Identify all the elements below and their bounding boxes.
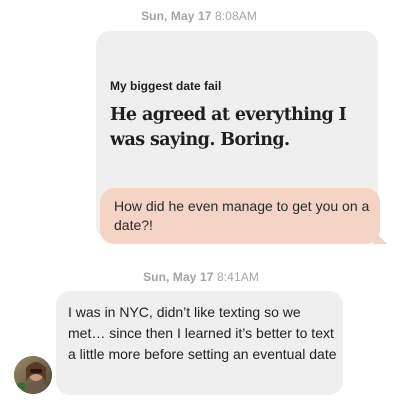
timestamp-date: Sun, May 17 bbox=[141, 9, 212, 23]
avatar[interactable] bbox=[14, 356, 52, 394]
prompt-label: My biggest date fail bbox=[110, 79, 222, 93]
outgoing-message-bubble[interactable]: How did he even manage to get you on a d… bbox=[100, 188, 380, 244]
timestamp-date: Sun, May 17 bbox=[143, 270, 214, 284]
incoming-message-bubble[interactable]: I was in NYC, didn’t like texting so we … bbox=[56, 291, 343, 395]
outgoing-message-text: How did he even manage to get you on a d… bbox=[114, 198, 370, 233]
profile-photo-avatar-icon bbox=[14, 356, 52, 394]
timestamp-time: 8:41AM bbox=[216, 270, 259, 284]
chat-thread: Sun, May 17 8:08AM My biggest date fail … bbox=[0, 0, 400, 410]
timestamp: Sun, May 17 8:08AM bbox=[0, 9, 399, 23]
incoming-message-text: I was in NYC, didn’t like texting so we … bbox=[68, 304, 337, 362]
timestamp: Sun, May 17 8:41AM bbox=[1, 270, 400, 284]
timestamp-time: 8:08AM bbox=[214, 9, 257, 23]
prompt-answer: He agreed at everything I was saying. Bo… bbox=[110, 105, 347, 150]
